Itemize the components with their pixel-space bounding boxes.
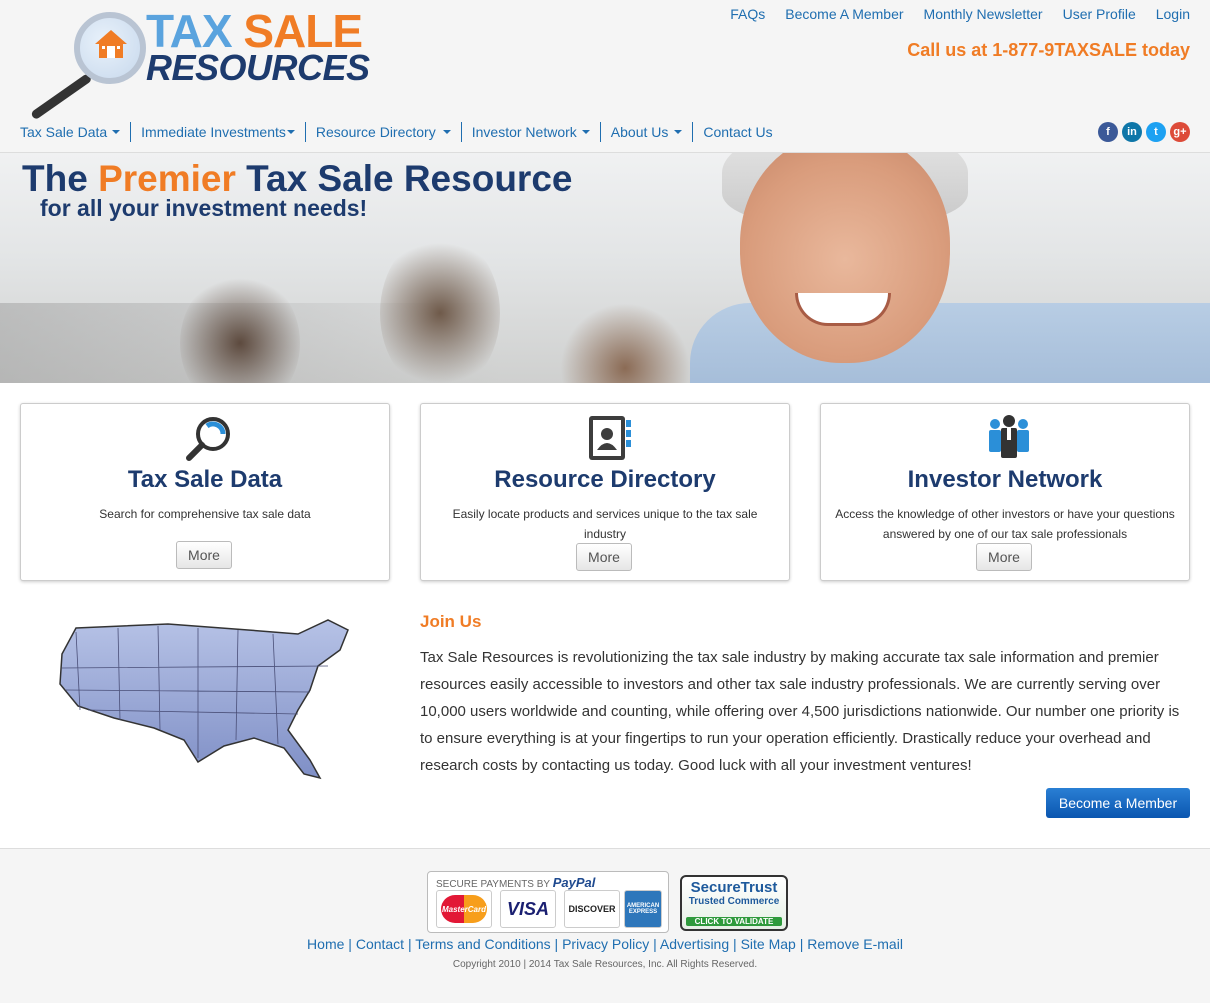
social-links: f in t g+ <box>1098 122 1190 142</box>
securetrust-title: SecureTrust <box>690 879 778 896</box>
nav-label: About Us <box>610 124 669 140</box>
copyright-text: Copyright 2010 | 2014 Tax Sale Resources… <box>452 959 758 970</box>
discover-icon: DISCOVER <box>564 890 620 928</box>
caret-down-icon <box>674 130 683 134</box>
paypal-caption-text: SECURE PAYMENTS BY <box>436 879 550 890</box>
caret-down-icon <box>112 130 121 134</box>
feature-description: Search for comprehensive tax sale data <box>99 507 311 521</box>
caret-down-icon <box>286 130 295 134</box>
footer-contact-link[interactable]: Contact <box>356 936 404 952</box>
login-link[interactable]: Login <box>1156 6 1190 22</box>
caret-down-icon <box>442 130 451 134</box>
join-us-heading: Join Us <box>420 612 482 631</box>
nav-label: Immediate Investments <box>141 124 286 140</box>
hero-title-part: Tax Sale Resource <box>235 158 573 199</box>
feature-tax-sale-data: Tax Sale Data Search for comprehensive t… <box>20 403 390 581</box>
become-member-button[interactable]: Become a Member <box>1046 788 1190 818</box>
footer-advertising-link[interactable]: Advertising <box>660 936 729 952</box>
site-footer: SECURE PAYMENTS BY PayPal MasterCard VIS… <box>0 848 1210 1003</box>
feature-description: Easily locate products and services uniq… <box>452 507 758 541</box>
site-logo[interactable]: TAX SALE RESOURCES <box>18 6 418 121</box>
paypal-secure-payments-badge: SECURE PAYMENTS BY PayPal MasterCard VIS… <box>427 871 669 933</box>
nav-about-us[interactable]: About Us <box>599 122 693 142</box>
main-nav: Tax Sale Data Immediate Investments Reso… <box>20 122 783 142</box>
nav-label: Investor Network <box>471 124 577 140</box>
nav-tax-sale-data[interactable]: Tax Sale Data <box>20 122 130 142</box>
more-button[interactable]: More <box>976 543 1032 571</box>
join-us-text: Tax Sale Resources is revolutionizing th… <box>420 649 1180 774</box>
magnifier-icon <box>186 417 230 461</box>
securetrust-badge[interactable]: SecureTrust Trusted Commerce CLICK TO VA… <box>680 875 788 931</box>
magnifier-handle <box>30 72 93 121</box>
nav-label: Tax Sale Data <box>20 124 108 140</box>
feature-investor-network: Investor Network Access the knowledge of… <box>820 403 1190 581</box>
feature-resource-directory: Resource Directory Easily locate product… <box>420 403 790 581</box>
facebook-icon[interactable]: f <box>1098 122 1118 142</box>
twitter-icon[interactable]: t <box>1146 122 1166 142</box>
footer-home-link[interactable]: Home <box>307 936 344 952</box>
hero-title-part: The <box>22 158 99 199</box>
caret-down-icon <box>581 130 590 134</box>
address-book-icon <box>589 416 631 460</box>
paypal-caption: SECURE PAYMENTS BY PayPal <box>436 875 595 890</box>
more-button[interactable]: More <box>576 543 632 571</box>
footer-terms-link[interactable]: Terms and Conditions <box>415 936 550 952</box>
call-us-text: Call us at 1-877-9TAXSALE today <box>907 40 1190 60</box>
footer-sitemap-link[interactable]: Site Map <box>741 936 796 952</box>
footer-links: Home | Contact | Terms and Conditions | … <box>307 936 903 952</box>
hero-subtitle: for all your investment needs! <box>40 195 368 221</box>
feature-title: Tax Sale Data <box>127 466 283 493</box>
linkedin-icon[interactable]: in <box>1122 122 1142 142</box>
nav-label: Contact Us <box>703 124 773 140</box>
user-profile-link[interactable]: User Profile <box>1063 6 1136 22</box>
paypal-logo: PayPal <box>552 875 596 890</box>
feature-title: Investor Network <box>907 466 1103 493</box>
hero-man-face <box>740 153 950 363</box>
top-links: FAQs Become A Member Monthly Newsletter … <box>730 6 1190 22</box>
securetrust-validate: CLICK TO VALIDATE <box>686 917 782 926</box>
nav-immediate-investments[interactable]: Immediate Investments <box>130 122 305 142</box>
hero-background-person <box>560 303 690 383</box>
securetrust-subtitle: Trusted Commerce <box>688 896 780 907</box>
newsletter-link[interactable]: Monthly Newsletter <box>924 6 1043 22</box>
visa-icon: VISA <box>500 890 556 928</box>
site-header: TAX SALE RESOURCES FAQs Become A Member … <box>0 0 1210 152</box>
faqs-link[interactable]: FAQs <box>730 6 765 22</box>
feature-title: Resource Directory <box>494 466 716 493</box>
feature-description: Access the knowledge of other investors … <box>835 507 1175 541</box>
footer-privacy-link[interactable]: Privacy Policy <box>562 936 649 952</box>
hero-banner: The Premier Tax Sale Resource for all yo… <box>0 152 1210 383</box>
hero-title-accent: Premier <box>98 158 236 199</box>
nav-contact-us[interactable]: Contact Us <box>692 122 782 142</box>
logo-wordmark-bottom: RESOURCES <box>146 47 370 88</box>
mastercard-icon: MasterCard <box>436 890 492 928</box>
people-icon <box>989 415 1029 458</box>
amex-icon: AMERICAN EXPRESS <box>624 890 662 928</box>
more-button[interactable]: More <box>176 541 232 569</box>
nav-label: Resource Directory <box>315 124 436 140</box>
become-member-link[interactable]: Become A Member <box>785 6 903 22</box>
house-icon <box>95 30 127 58</box>
footer-remove-email-link[interactable]: Remove E-mail <box>807 936 903 952</box>
usa-map-image <box>59 619 349 780</box>
hero-background-person <box>380 233 500 383</box>
googleplus-icon[interactable]: g+ <box>1170 122 1190 142</box>
mastercard-label: MasterCard <box>441 895 487 923</box>
nav-resource-directory[interactable]: Resource Directory <box>304 122 461 142</box>
nav-investor-network[interactable]: Investor Network <box>460 122 600 142</box>
hero-background-person <box>180 273 300 383</box>
